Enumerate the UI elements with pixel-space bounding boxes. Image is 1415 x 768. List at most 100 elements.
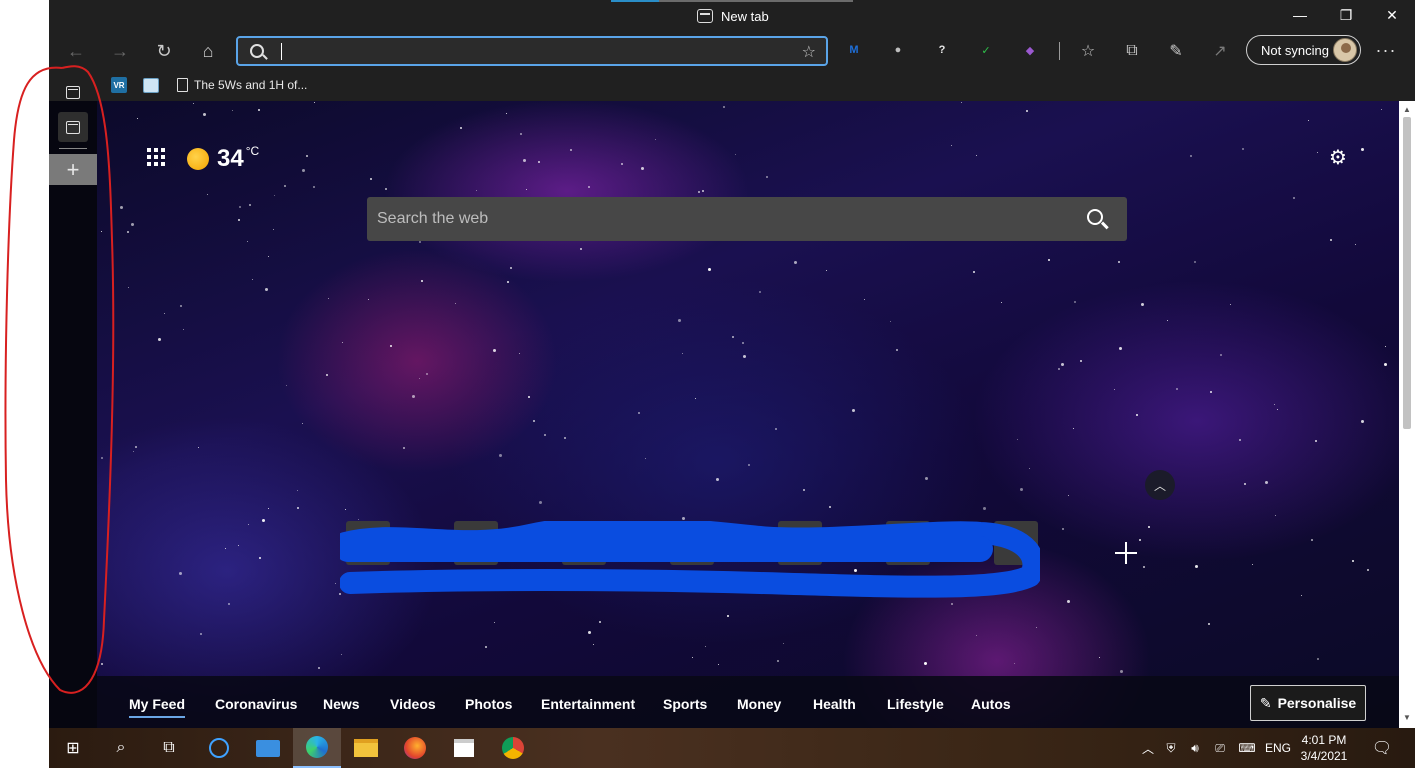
star (864, 299, 865, 300)
web-search-input[interactable] (377, 206, 1057, 232)
star (1230, 304, 1231, 305)
vertical-tab-toggle[interactable] (61, 80, 85, 104)
vertical-tab-new-tab[interactable] (58, 112, 88, 142)
firefox-icon[interactable] (391, 728, 439, 768)
more-menu-button[interactable]: ··· (1375, 38, 1397, 62)
close-button[interactable]: ✕ (1369, 0, 1415, 30)
star (476, 190, 477, 191)
forward-button[interactable]: → (105, 38, 135, 64)
address-input[interactable] (288, 40, 768, 62)
cube-extension-icon[interactable]: ◆ (1021, 41, 1039, 59)
start-windows-icon[interactable]: ⊞ (49, 728, 97, 768)
mail-icon[interactable] (244, 728, 292, 768)
tray-chevron-up-icon[interactable]: ︿ (1137, 740, 1159, 757)
star (1067, 600, 1070, 603)
star (1017, 439, 1018, 440)
star (1244, 483, 1246, 485)
web-capture-icon[interactable]: ✎ (1165, 40, 1187, 62)
edge-taskbar-icon[interactable] (293, 728, 341, 768)
feed-tab[interactable]: Sports (663, 696, 707, 712)
clipboard-bookmark-icon (143, 77, 159, 93)
scroll-thumb[interactable] (1403, 117, 1411, 429)
star (890, 321, 891, 322)
feed-tab[interactable]: News (323, 696, 360, 712)
share-icon[interactable]: ↗ (1209, 40, 1231, 62)
star (1239, 439, 1241, 441)
bookmark-item[interactable]: VR (111, 76, 133, 94)
profile-sync-button[interactable]: Not syncing (1246, 35, 1361, 65)
add-favorite-icon[interactable]: ☆ (802, 42, 816, 62)
taskbar-clock[interactable]: 4:01 PM 3/4/2021 (1289, 732, 1359, 764)
address-bar[interactable]: ☆ (236, 36, 828, 66)
network-icon[interactable]: ⎚ (1207, 741, 1233, 756)
page-scrollbar[interactable]: ▲ ▼ (1399, 101, 1415, 728)
malwarebytes-extension-icon[interactable]: M (845, 41, 863, 59)
check-extension-icon[interactable]: ✓ (977, 41, 995, 59)
refresh-button[interactable]: ↻ (149, 38, 179, 64)
star (207, 194, 208, 195)
weather-widget[interactable]: 34 °C (187, 144, 265, 173)
star (645, 458, 646, 459)
feed-tab[interactable]: Videos (390, 696, 436, 712)
scroll-down-arrow-icon[interactable]: ▼ (1403, 713, 1411, 722)
star (951, 145, 952, 146)
home-button[interactable]: ⌂ (193, 38, 223, 64)
app-launcher-icon[interactable] (147, 148, 165, 166)
star (485, 646, 487, 648)
chrome-icon[interactable] (489, 728, 537, 768)
volume-icon[interactable]: 🔊︎ (1183, 741, 1207, 756)
search-icon[interactable]: ⌕ (97, 728, 145, 768)
active-tab[interactable]: New tab (697, 7, 769, 25)
star (1080, 360, 1082, 362)
favorites-icon[interactable]: ☆ (1077, 40, 1099, 62)
feed-tab[interactable]: Photos (465, 696, 512, 712)
restore-button[interactable]: ❐ (1323, 0, 1369, 30)
collapse-chevron-up-icon[interactable]: ︿ (1145, 470, 1175, 500)
web-search-box[interactable] (367, 197, 1127, 241)
feed-tab[interactable]: Entertainment (541, 696, 635, 712)
star (101, 457, 103, 459)
star (523, 159, 526, 162)
store-icon[interactable] (440, 728, 488, 768)
feed-tab[interactable]: My Feed (129, 696, 186, 718)
star (1014, 663, 1015, 664)
bookmark-item[interactable]: The 5Ws and 1H of... (177, 76, 307, 94)
defender-shield-icon[interactable]: ⛨ (1159, 741, 1183, 756)
star (735, 154, 736, 155)
feed-tab[interactable]: Lifestyle (887, 696, 944, 712)
star (638, 412, 640, 414)
star (1036, 627, 1037, 628)
star (692, 657, 693, 658)
keyboard-icon[interactable]: ⌨ (1233, 741, 1261, 755)
page-settings-gear-icon[interactable]: ⚙ (1327, 146, 1349, 169)
notifications-icon[interactable]: 🗨︎ (1359, 728, 1405, 768)
add-tab-button[interactable]: + (49, 154, 97, 185)
vr-bookmark-icon: VR (111, 77, 127, 93)
search-icon (250, 44, 264, 58)
bookmark-item[interactable] (143, 76, 165, 94)
personalise-button[interactable]: ✎ Personalise (1250, 685, 1366, 721)
star (1099, 657, 1100, 658)
feed-tab[interactable]: Coronavirus (215, 696, 297, 712)
star (390, 345, 392, 347)
star (1220, 354, 1222, 356)
help-extension-icon[interactable]: ? (933, 41, 951, 59)
circle-extension-icon[interactable]: ● (889, 41, 907, 59)
file-explorer-icon[interactable] (342, 728, 390, 768)
search-icon[interactable] (1087, 209, 1103, 225)
star (829, 506, 831, 508)
star (403, 447, 405, 449)
minimize-button[interactable]: — (1277, 0, 1323, 30)
feed-tab[interactable]: Health (813, 696, 856, 712)
task-view-icon[interactable]: ⧉ (145, 728, 193, 768)
star (1317, 152, 1318, 153)
star (273, 229, 274, 230)
collections-icon[interactable]: ⧉ (1121, 40, 1143, 62)
scroll-up-arrow-icon[interactable]: ▲ (1403, 105, 1411, 114)
back-button[interactable]: ← (61, 38, 91, 64)
cortana-icon[interactable] (195, 728, 243, 768)
feed-tab[interactable]: Money (737, 696, 781, 712)
star (1317, 658, 1319, 660)
star (412, 395, 415, 398)
feed-tab[interactable]: Autos (971, 696, 1011, 712)
